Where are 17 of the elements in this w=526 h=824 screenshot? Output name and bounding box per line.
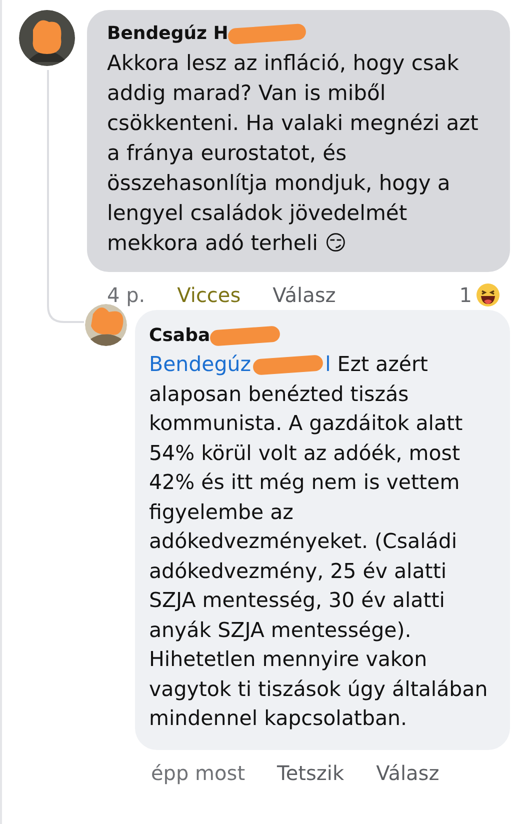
reaction-link[interactable]: Tetszik (277, 760, 344, 784)
reply-text: Bendegúz l Ezt azért alaposan benézted tiszás kommunista. A gazdáitok alatt 54% körül volt az adóék, most 42% és itt még nem is vettem figyelembe az adókedvezményeket. (Családi adókedvezmény, 25 év alatti SZJA mentesség, 30 év alatti anyák SZJA mentessége). Hihetetlen mennyire vakon vagytok ti tiszások úgy általában mindennel kapcsolatban. (149, 351, 489, 732)
timestamp: 4 p. (107, 283, 146, 307)
redaction-mark (210, 326, 281, 346)
mention-link[interactable]: l (325, 352, 331, 376)
reply-link[interactable]: Válasz (272, 283, 336, 307)
laughing-emoji-icon[interactable] (476, 283, 500, 307)
reply-link[interactable]: Válasz (376, 760, 440, 784)
mention-link[interactable]: Bendegúz (149, 352, 252, 376)
comment-text: Akkora lesz az infláció, hogy csak addig marad? Van is miből csökkenteni. Ha valaki megnézi azt a fránya eurostatot, és összehasonlítja mondjuk, hogy a lengyel családok jövedelmét mekkora adó terheli 😏 (107, 50, 480, 257)
author-name[interactable]: Csaba (149, 324, 210, 348)
reaction-count: 1 (459, 283, 472, 307)
avatar[interactable] (19, 10, 75, 66)
redaction-mark (252, 354, 324, 376)
reaction-link[interactable]: Vicces (177, 283, 241, 307)
timestamp: épp most (151, 760, 246, 784)
author-name[interactable]: Bendegúz H (107, 22, 228, 46)
